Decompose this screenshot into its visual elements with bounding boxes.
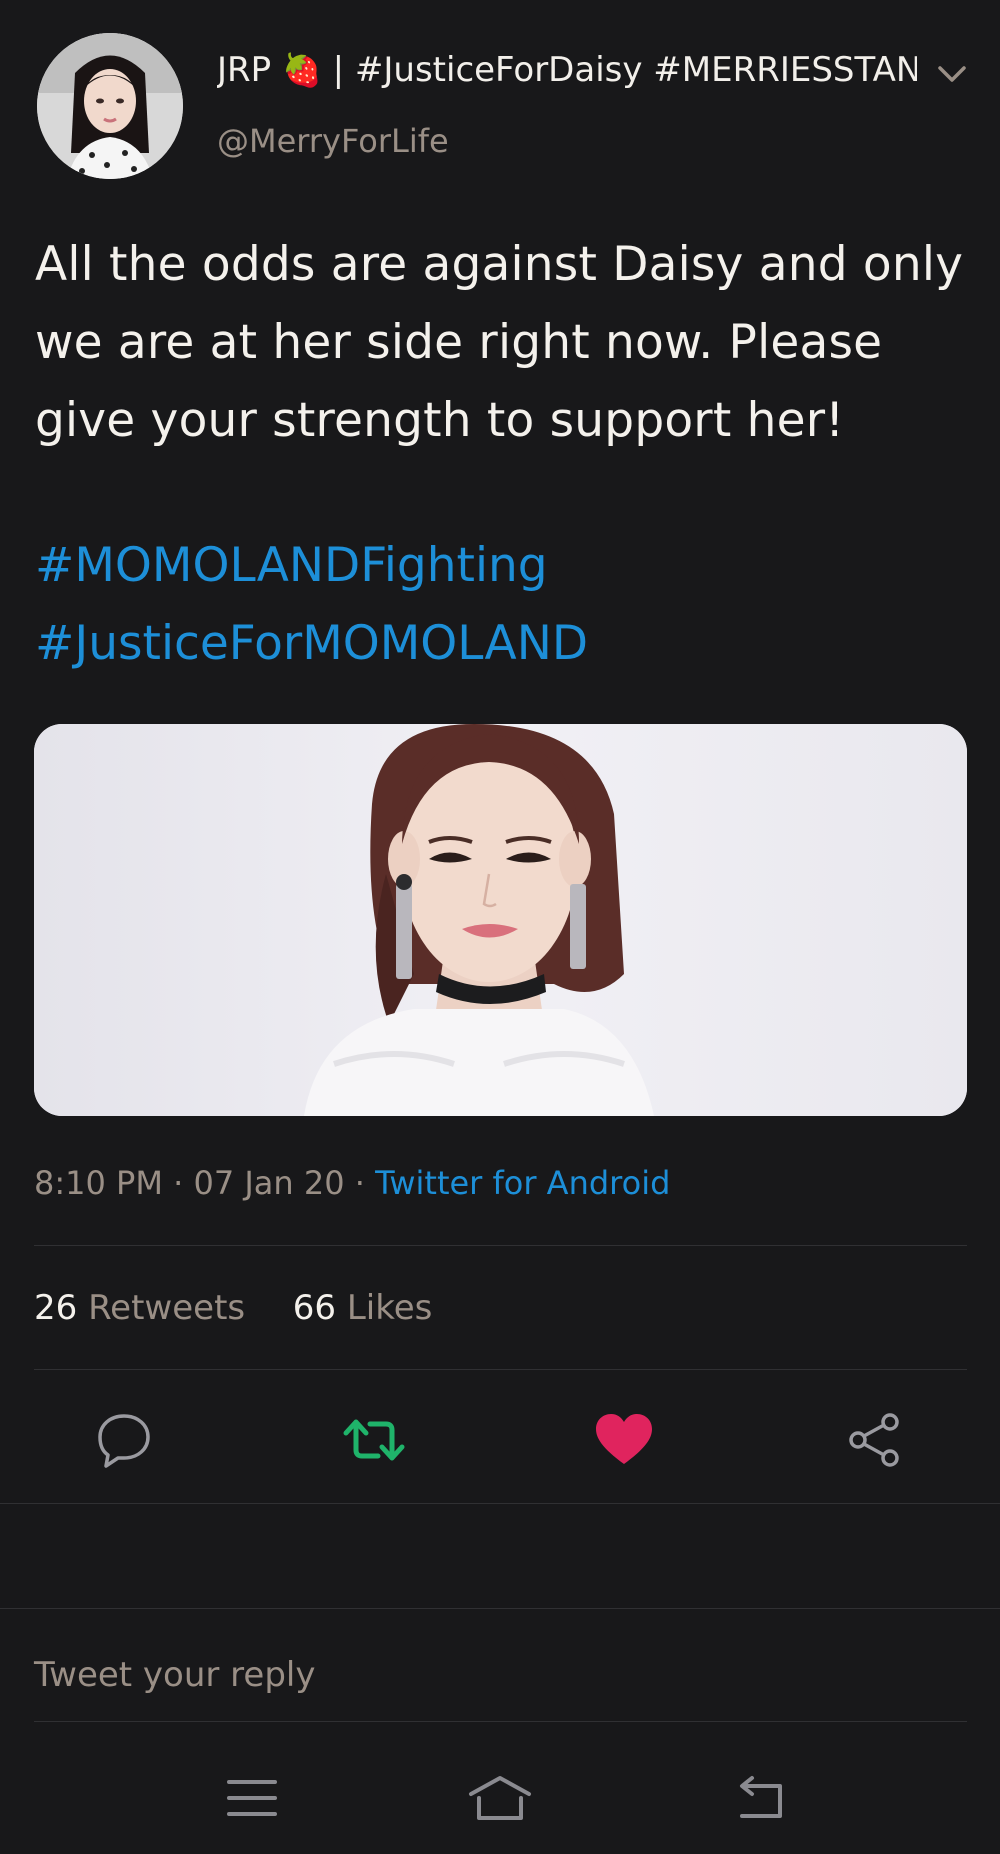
user-handle[interactable]: @MerryForLife xyxy=(217,122,449,160)
divider xyxy=(34,1245,967,1246)
avatar[interactable] xyxy=(37,33,183,179)
tweet-time: 8:10 PM xyxy=(34,1164,163,1202)
likes-label: Likes xyxy=(346,1288,433,1328)
share-icon xyxy=(849,1413,899,1467)
hashtag-link[interactable]: #JusticeForMOMOLAND xyxy=(35,605,975,683)
tweet-date: 07 Jan 20 xyxy=(193,1164,345,1202)
display-name[interactable]: JRP 🍓 | #JusticeForDaisy #MERRIESSTAN... xyxy=(217,50,917,90)
share-button[interactable] xyxy=(842,1408,906,1472)
reply-icon xyxy=(98,1414,150,1468)
tweet-header: JRP 🍓 | #JusticeForDaisy #MERRIESSTAN...… xyxy=(0,0,1000,200)
retweets-label: Retweets xyxy=(88,1288,246,1328)
strawberry-emoji: 🍓 xyxy=(281,51,322,89)
retweet-icon xyxy=(343,1419,405,1461)
divider xyxy=(34,1721,967,1722)
tweet-media-image[interactable] xyxy=(34,724,967,1116)
tweet-text: All the odds are against Daisy and only … xyxy=(35,237,964,448)
meta-separator: · xyxy=(354,1164,365,1202)
like-button[interactable] xyxy=(592,1408,656,1472)
display-name-text: JRP xyxy=(217,50,272,90)
retweets-count: 26 xyxy=(34,1288,78,1328)
meta-separator: · xyxy=(173,1164,184,1202)
menu-icon[interactable] xyxy=(217,1770,287,1826)
tweet-meta: 8:10 PM · 07 Jan 20 · Twitter for Androi… xyxy=(34,1164,670,1202)
display-name-suffix: | #JusticeForDaisy #MERRIESSTAN... xyxy=(332,50,917,90)
reply-button[interactable] xyxy=(92,1408,156,1472)
photo xyxy=(34,724,967,1116)
reply-input[interactable]: Tweet your reply xyxy=(34,1655,967,1705)
tweet-client-link[interactable]: Twitter for Android xyxy=(375,1164,670,1202)
divider xyxy=(34,1369,967,1370)
back-icon[interactable] xyxy=(728,1770,798,1826)
chevron-down-icon[interactable] xyxy=(932,55,972,95)
avatar-image xyxy=(37,33,183,179)
hashtags: #MOMOLANDFighting #JusticeForMOMOLAND xyxy=(35,527,975,683)
tweet-stats: 26 Retweets 66 Likes xyxy=(34,1288,432,1328)
likes-stat[interactable]: 66 Likes xyxy=(293,1288,433,1328)
likes-count: 66 xyxy=(292,1288,337,1328)
hashtag-link[interactable]: #MOMOLANDFighting xyxy=(35,527,975,605)
home-icon[interactable] xyxy=(465,1770,535,1826)
retweet-button[interactable] xyxy=(342,1408,406,1472)
divider xyxy=(0,1503,1000,1504)
divider xyxy=(0,1608,1000,1609)
retweets-stat[interactable]: 26 Retweets xyxy=(34,1288,256,1328)
heart-icon xyxy=(596,1414,652,1464)
